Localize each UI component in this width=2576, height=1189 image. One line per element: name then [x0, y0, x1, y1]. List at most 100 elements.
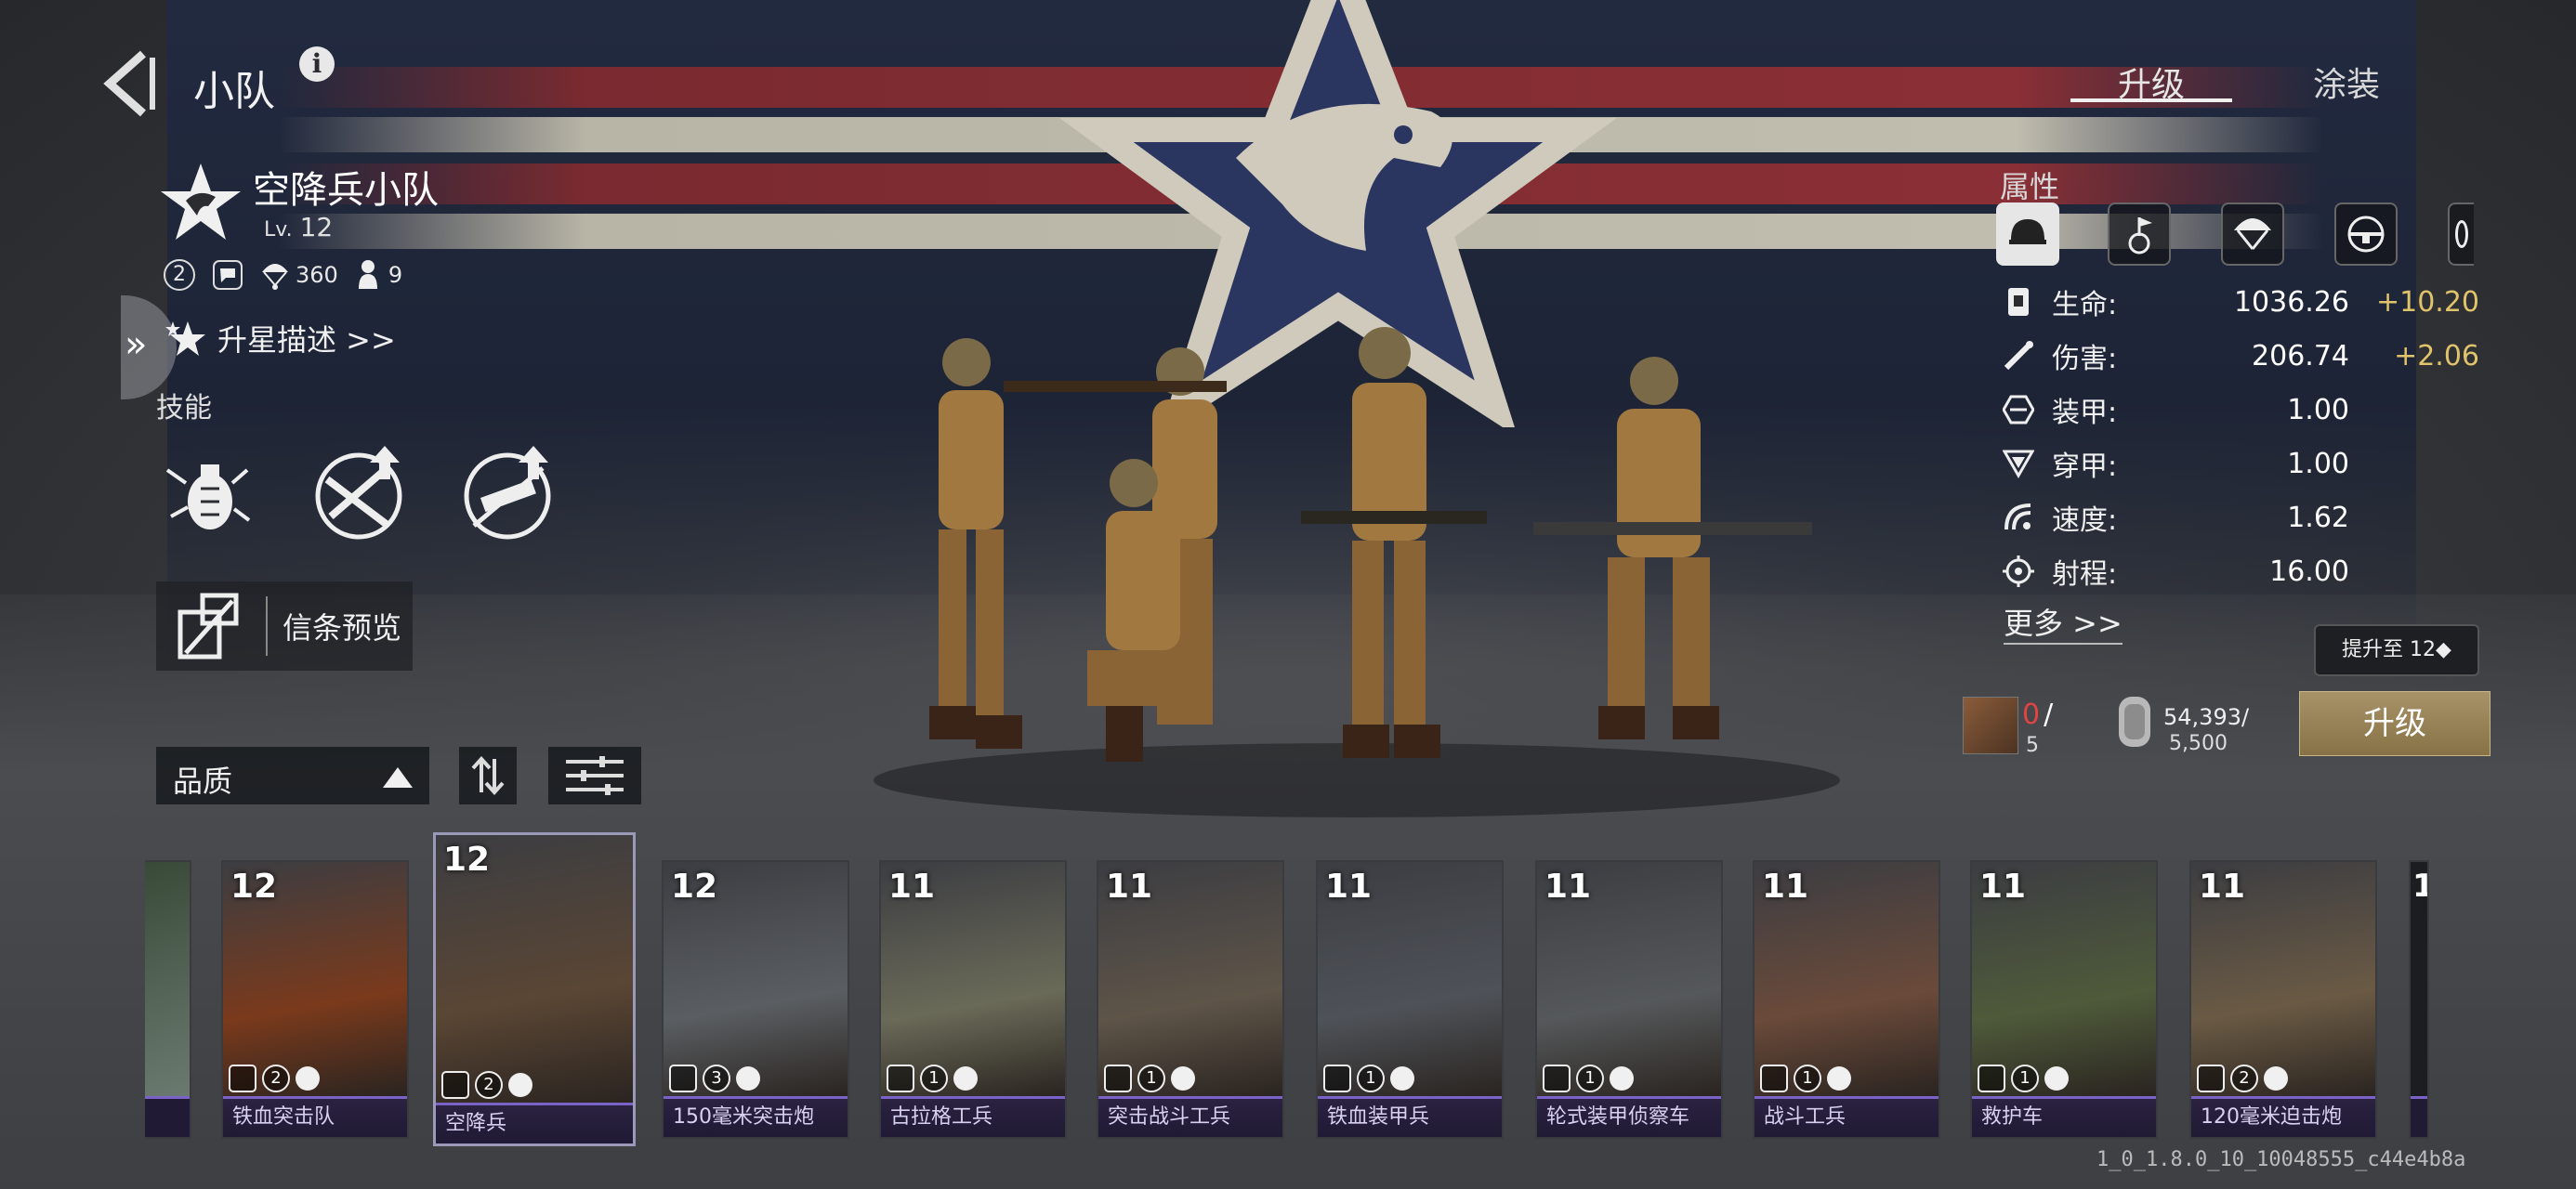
unit-card[interactable]: 12 3 150毫米突击炮 — [662, 860, 849, 1139]
attr-tab-partial[interactable] — [2448, 203, 2474, 266]
level-prefix: Lv. — [264, 218, 293, 242]
card-level: 1 — [2412, 868, 2427, 905]
card-count-badge: 2 — [262, 1065, 290, 1092]
card-count-badge: 1 — [1357, 1065, 1385, 1092]
sort-arrows-icon — [471, 756, 505, 795]
star-desc-label: 升星描述 >> — [217, 322, 396, 358]
unit-card[interactable]: 11 2 120毫米迫击炮 — [2189, 860, 2377, 1139]
flag-icon — [953, 1066, 978, 1091]
card-count-badge: 1 — [1137, 1065, 1165, 1092]
unit-card[interactable]: 11 1 突击战斗工兵 — [1097, 860, 1284, 1139]
unit-card[interactable]: 11 1 铁血装甲兵 — [1316, 860, 1504, 1139]
card-partial-right[interactable]: 1 — [2409, 860, 2429, 1139]
creed-preview-button[interactable]: 信条预览 — [156, 581, 413, 671]
tab-upgrade[interactable]: 升级 — [2070, 58, 2232, 106]
flag-icon — [2044, 1066, 2069, 1091]
soldier-count: 9 — [388, 262, 403, 288]
unit-card[interactable]: 12 2 铁血突击队 — [221, 860, 409, 1139]
attr-name: 伤害: — [2052, 343, 2118, 375]
grenade-skill-icon[interactable] — [158, 442, 260, 544]
attr-row-damage: 伤害: 206.74 +2.06 — [2000, 333, 2483, 379]
unit-card[interactable]: 11 1 轮式装甲侦察车 — [1535, 860, 1723, 1139]
sort-order-button[interactable] — [459, 747, 517, 804]
card-have: 0 — [2022, 699, 2041, 731]
card-name: 铁血装甲兵 — [1318, 1096, 1502, 1137]
unit-class-icon — [1104, 1065, 1132, 1092]
attr-bonus: +2.06 — [2394, 339, 2479, 372]
unit-stats-row: 2 360 9 — [164, 256, 402, 294]
card-name: 铁血突击队 — [223, 1096, 407, 1137]
unit-level: Lv. 12 — [264, 212, 333, 242]
unit-class-icon — [887, 1065, 914, 1092]
flag-icon — [1171, 1066, 1195, 1091]
card-cost: 0/ — [2022, 699, 2053, 731]
flag-badge-icon — [213, 260, 243, 290]
flag-icon — [1827, 1066, 1851, 1091]
parachute-count: 360 — [296, 262, 338, 288]
card-badges: 3 — [669, 1065, 760, 1092]
attr-row-armor: 装甲: 1.00 — [2000, 386, 2483, 433]
info-icon[interactable]: i — [299, 46, 335, 82]
double-chevron-right-icon: » — [125, 323, 148, 366]
helmet-icon — [2009, 219, 2046, 244]
unit-card[interactable]: 11 1 救护车 — [1970, 860, 2158, 1139]
stars-icon — [165, 321, 205, 356]
flag-icon — [1610, 1066, 1634, 1091]
unit-class-icon — [1323, 1065, 1351, 1092]
attr-name: 穿甲: — [2052, 451, 2118, 483]
card-name: 突击战斗工兵 — [1098, 1096, 1282, 1137]
card-need: 5 — [2026, 734, 2039, 757]
unit-card[interactable]: 11 1 古拉格工兵 — [879, 860, 1067, 1139]
more-attributes-link[interactable]: 更多 >> — [2004, 600, 2123, 645]
tab-paint-label: 涂装 — [2312, 66, 2380, 104]
upgrade-button[interactable]: 升级 — [2299, 691, 2491, 756]
card-level: 12 — [443, 841, 491, 879]
star-upgrade-description-link[interactable]: 升星描述 >> — [165, 318, 396, 359]
level-value: 12 — [299, 212, 334, 242]
card-badges: 2 — [441, 1071, 532, 1099]
tab-paint[interactable]: 涂装 — [2295, 58, 2398, 106]
attr-tab-parachute[interactable] — [2221, 203, 2284, 266]
dog-tag-resource-icon — [2119, 697, 2150, 747]
paratrooper-squad-model — [874, 327, 1840, 817]
flag-icon — [508, 1073, 532, 1097]
card-count-badge: 3 — [703, 1065, 730, 1092]
weapon-upgrade-skill-icon[interactable] — [459, 442, 561, 544]
card-level: 11 — [1979, 868, 2027, 906]
card-partial-left[interactable] — [145, 860, 191, 1139]
quality-label: 品质 — [173, 764, 233, 799]
back-arrow-button[interactable] — [97, 46, 162, 121]
card-art — [145, 862, 190, 1096]
unit-card[interactable]: 11 1 战斗工兵 — [1753, 860, 1940, 1139]
unit-name: 空降兵小队 — [253, 169, 439, 212]
flag-icon — [296, 1066, 320, 1091]
card-name: 古拉格工兵 — [881, 1096, 1065, 1137]
card-slash: / — [2044, 699, 2054, 731]
penetration-icon — [2000, 445, 2037, 482]
attr-tab-helmet[interactable] — [1996, 203, 2059, 266]
card-level: 12 — [230, 868, 278, 906]
card-badges: 2 — [2197, 1065, 2288, 1092]
quality-sort-dropdown[interactable]: 品质 — [156, 747, 429, 804]
rifle-upgrade-skill-icon[interactable] — [310, 442, 413, 544]
card-name: 轮式装甲侦察车 — [1537, 1096, 1721, 1137]
card-count-badge: 1 — [1576, 1065, 1604, 1092]
soldier-stat: 9 — [355, 259, 402, 291]
card-level: 11 — [1325, 868, 1373, 906]
attr-name: 装甲: — [2052, 397, 2118, 429]
card-badges: 1 — [1760, 1065, 1851, 1092]
flag-icon — [736, 1066, 760, 1091]
unit-class-icon — [229, 1065, 256, 1092]
attr-tab-commander[interactable] — [2108, 203, 2171, 266]
filter-settings-button[interactable] — [548, 747, 641, 804]
unit-card[interactable]: 12 2 空降兵 — [433, 832, 636, 1146]
card-count-badge: 2 — [475, 1071, 503, 1099]
card-level: 12 — [671, 868, 718, 906]
range-icon — [2000, 553, 2037, 590]
attr-name: 生命: — [2052, 289, 2118, 321]
tier-badge: 2 — [164, 259, 195, 291]
card-name: 120毫米迫击炮 — [2191, 1096, 2375, 1137]
card-badges: 1 — [1978, 1065, 2069, 1092]
card-badges: 1 — [887, 1065, 978, 1092]
attr-tab-rifle[interactable] — [2334, 203, 2398, 266]
